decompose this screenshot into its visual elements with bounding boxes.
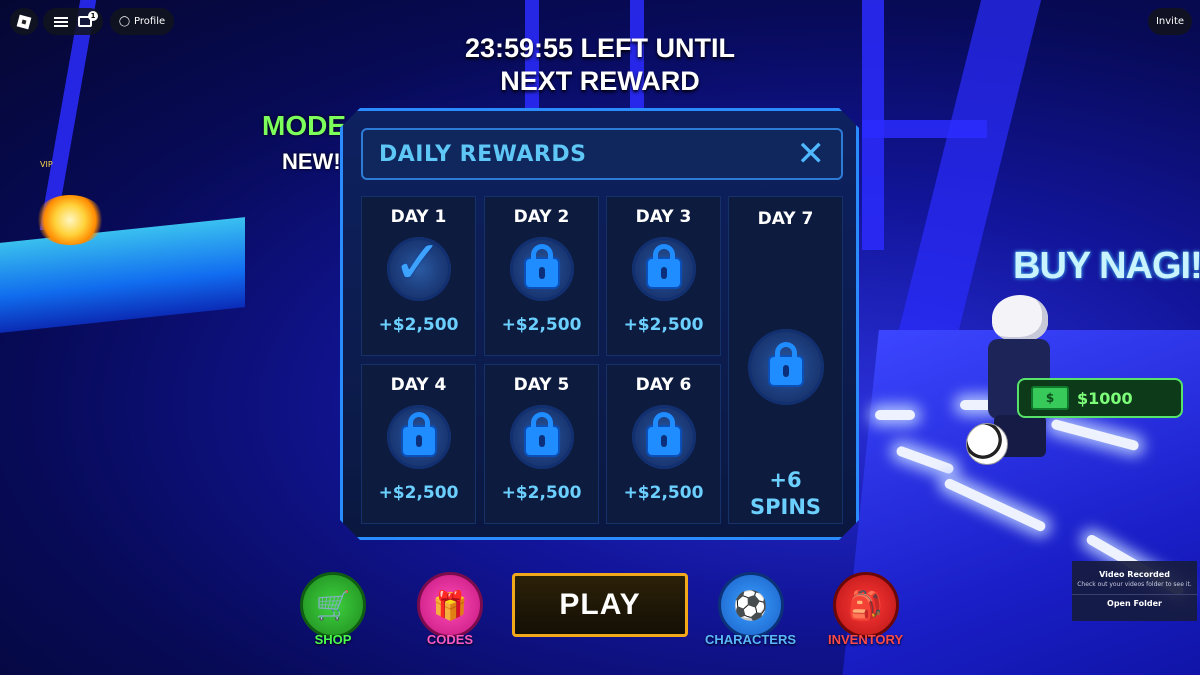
ball-badge-icon [748,329,824,405]
invite-button[interactable]: Invite [1148,8,1192,35]
day-card-4[interactable]: DAY 4 +$2,500 [361,364,476,524]
toast-title: Video Recorded [1099,570,1170,579]
codes-label: CODES [426,632,474,647]
ball-badge-icon: ✓ [387,237,451,301]
soccer-ball-icon: ⚽ [717,572,784,638]
lock-icon [526,427,558,455]
reward-unit: SPINS [749,495,822,519]
roblox-logo-icon [16,14,32,29]
backpack-icon: 🎒 [832,572,899,638]
profile-button[interactable]: ◯ Profile [110,8,174,35]
ball-badge-icon [632,237,696,301]
left-platform [0,217,245,333]
lock-icon [648,427,680,455]
shop-label: SHOP [314,632,352,647]
characters-label: CHARACTERS [705,632,796,647]
reward-timer: 23:59:55 LEFT UNTIL NEXT REWARD [0,32,1200,98]
codes-button[interactable]: 🎁 CODES [417,572,483,647]
day-card-5[interactable]: DAY 5 +$2,500 [484,364,599,524]
check-icon: ✓ [392,228,443,298]
buy-nagi-sign: BUY NAGI! [1013,245,1200,287]
day-card-1[interactable]: DAY 1 ✓ +$2,500 [361,196,476,356]
day-card-7[interactable]: DAY 7 +6 SPINS [728,196,843,524]
video-recorded-toast: Video Recorded Check out your videos fol… [1072,561,1197,621]
day-label: DAY 7 [757,209,814,229]
user-icon: ◯ [118,16,131,27]
day-reward: +$2,500 [378,483,459,503]
roblox-menu-button[interactable] [10,8,38,35]
shop-button[interactable]: 🛒 SHOP [300,572,366,647]
ball-badge-icon [632,405,696,469]
day-reward: +$2,500 [623,315,704,335]
chat-badge: 1 [88,11,98,21]
day-reward: +$2,500 [378,315,459,335]
explosion-effect [35,195,105,245]
day-reward: +$2,500 [501,483,582,503]
lock-icon [403,427,435,455]
lock-icon [648,259,680,287]
hamburger-icon[interactable] [54,16,68,27]
day-card-6[interactable]: DAY 6 +$2,500 [606,364,721,524]
soccer-ball [966,423,1008,465]
open-folder-button[interactable]: Open Folder [1072,594,1197,608]
ball-badge-icon [510,237,574,301]
character-head [992,295,1048,341]
day-label: DAY 4 [390,375,447,395]
day-reward: +$2,500 [623,483,704,503]
profile-label: Profile [134,16,166,27]
play-button[interactable]: PLAY [512,573,688,637]
ball-badge-icon [510,405,574,469]
cart-icon: 🛒 [300,572,366,638]
modal-title: DAILY REWARDS [379,141,587,167]
chat-icon[interactable]: 1 [78,11,98,27]
light-beam [862,120,987,138]
reward-amount: +6 [769,468,802,492]
timer-line-1: 23:59:55 LEFT UNTIL [464,33,736,63]
inventory-button[interactable]: 🎒 INVENTORY [828,572,903,647]
lock-icon [526,259,558,287]
toast-subtitle: Check out your videos folder to see it. [1077,581,1192,588]
daily-rewards-modal: DAILY REWARDS ✕ DAY 1 ✓ +$2,500 DAY 2 +$… [340,108,859,540]
modal-header: DAILY REWARDS ✕ [361,128,843,180]
day-label: DAY 3 [635,207,692,227]
day-label: DAY 6 [635,375,692,395]
characters-button[interactable]: ⚽ CHARACTERS [705,572,796,647]
day-reward: +6 SPINS [750,467,821,521]
cash-icon: $ [1031,386,1069,410]
lock-icon [770,357,802,385]
day-label: DAY 1 [390,207,447,227]
mode-sign: MODE [262,110,346,141]
menu-chat-group[interactable]: 1 [43,8,103,35]
day-card-2[interactable]: DAY 2 +$2,500 [484,196,599,356]
modal-background: DAILY REWARDS ✕ DAY 1 ✓ +$2,500 DAY 2 +$… [343,111,856,537]
price-tag: $ $1000 [1017,378,1183,418]
price-amount: $1000 [1077,388,1133,408]
inventory-label: INVENTORY [828,632,904,647]
vip-tag: VIP [40,160,53,169]
timer-line-2: NEXT REWARD [500,66,700,96]
day-label: DAY 5 [513,375,570,395]
day-reward: +$2,500 [501,315,582,335]
floor-light [875,410,915,420]
day-label: DAY 2 [513,207,570,227]
ball-badge-icon [387,405,451,469]
close-icon[interactable]: ✕ [797,137,826,171]
day-card-3[interactable]: DAY 3 +$2,500 [606,196,721,356]
gift-icon: 🎁 [417,572,483,638]
new-sign: NEW!! [282,149,348,174]
